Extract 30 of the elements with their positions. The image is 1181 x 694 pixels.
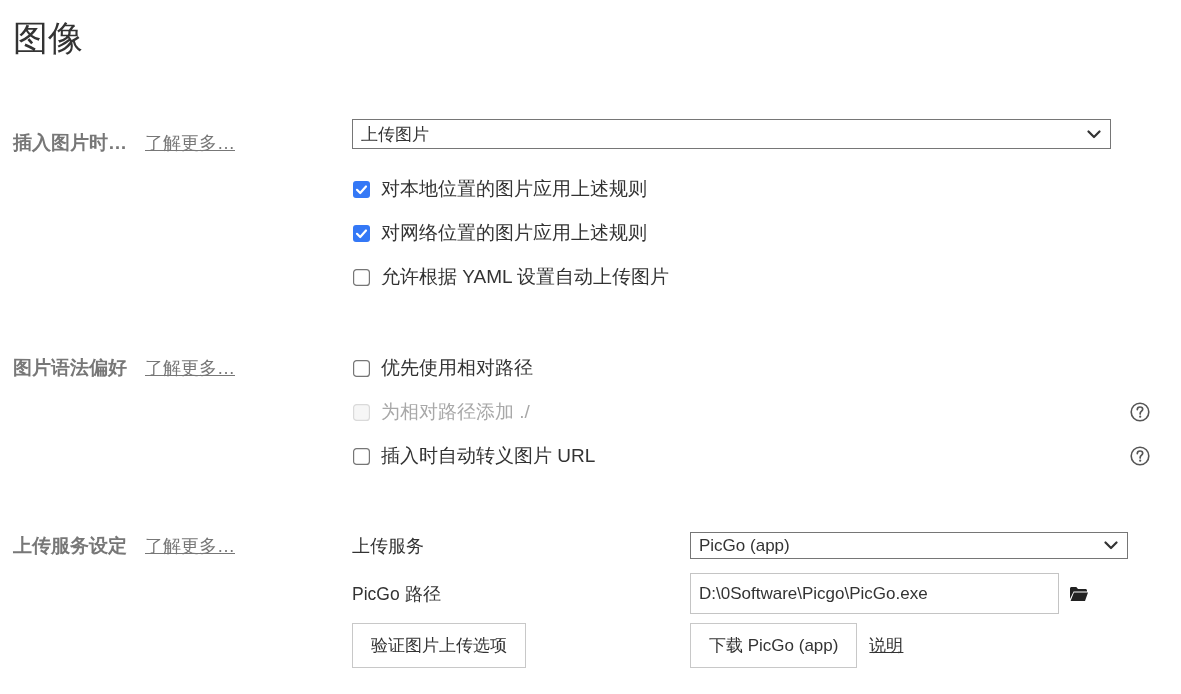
learn-more-link[interactable]: 了解更多… — [145, 533, 235, 558]
section-label: 图片语法偏好 — [13, 356, 127, 380]
verify-button[interactable]: 验证图片上传选项 — [352, 623, 526, 668]
checkbox-label: 对网络位置的图片应用上述规则 — [381, 221, 647, 245]
checkbox[interactable] — [353, 447, 370, 465]
checkbox[interactable] — [353, 268, 370, 286]
checkbox-label: 为相对路径添加 ./ — [381, 400, 530, 424]
checkbox-label: 优先使用相对路径 — [381, 356, 533, 380]
checkbox-label: 允许根据 YAML 设置自动上传图片 — [381, 265, 670, 289]
help-icon[interactable] — [1130, 446, 1150, 466]
checkbox-label: 对本地位置的图片应用上述规则 — [381, 177, 647, 201]
section-label: 插入图片时… — [13, 131, 127, 155]
checkbox[interactable] — [353, 359, 370, 377]
section-label: 上传服务设定 — [13, 533, 127, 558]
learn-more-link[interactable]: 了解更多… — [145, 356, 235, 380]
dropdown[interactable]: PicGo (app) — [690, 532, 1128, 559]
help-link[interactable]: 说明 — [869, 634, 904, 657]
checkbox-label: 插入时自动转义图片 URL — [381, 444, 596, 468]
field-label: PicGo 路径 — [352, 582, 441, 606]
chevron-down-icon — [1087, 129, 1101, 139]
dropdown[interactable]: 上传图片 — [352, 119, 1111, 149]
checkbox[interactable] — [353, 224, 370, 242]
folder-icon[interactable] — [1070, 586, 1088, 601]
field-label: 上传服务 — [352, 534, 424, 558]
learn-more-link[interactable]: 了解更多… — [145, 131, 235, 155]
checkbox[interactable] — [353, 180, 370, 198]
chevron-down-icon — [1104, 541, 1118, 550]
download-button[interactable]: 下载 PicGo (app) — [690, 623, 858, 668]
path-field[interactable]: D:\0Software\Picgo\PicGo.exe — [690, 573, 1059, 614]
page-title: 图像 — [13, 17, 83, 59]
